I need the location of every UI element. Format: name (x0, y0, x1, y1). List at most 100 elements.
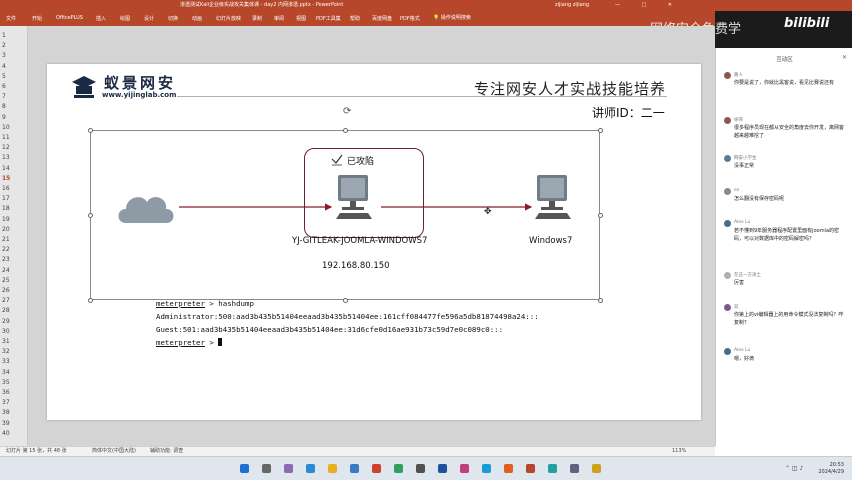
title-bar: 渗透测试Kali企业级实战攻关集体课 - day2 内网渗透.pptx - Po… (0, 0, 852, 11)
app-icon[interactable] (570, 464, 579, 473)
start-icon[interactable] (240, 464, 249, 473)
slide-number[interactable]: 20 (2, 226, 10, 233)
edge-icon[interactable] (306, 464, 315, 473)
slide-number[interactable]: 34 (2, 369, 10, 376)
tab-pdf-tools[interactable]: PDF工具集 (316, 15, 341, 22)
slide-number[interactable]: 27 (2, 297, 10, 304)
resize-handle[interactable] (88, 213, 93, 218)
tab-help[interactable]: 帮助 (350, 15, 360, 22)
slide-number[interactable]: 25 (2, 277, 10, 284)
slide-number[interactable]: 24 (2, 267, 10, 274)
app-icon[interactable] (372, 464, 381, 473)
host-label-compromised: YJ-GITLEAK-JOOMLA-WINDOWS7 (292, 236, 428, 246)
slide-number[interactable]: 1 (2, 32, 6, 39)
slide-number[interactable]: 14 (2, 165, 10, 172)
slide-number[interactable]: 9 (2, 114, 6, 121)
slide-number[interactable]: 2 (2, 42, 6, 49)
slide-number[interactable]: 8 (2, 103, 6, 110)
app-icon[interactable] (394, 464, 403, 473)
slide-number[interactable]: 6 (2, 83, 6, 90)
slide-number[interactable]: 30 (2, 328, 10, 335)
slide-number[interactable]: 12 (2, 144, 10, 151)
tab-view[interactable]: 视图 (296, 15, 306, 22)
chat-user: Alex Lu (734, 220, 751, 225)
app-icon[interactable] (592, 464, 601, 473)
resize-handle[interactable] (598, 298, 603, 303)
close-icon[interactable]: ✕ (842, 54, 847, 61)
task-view-icon[interactable] (284, 464, 293, 473)
tab-slideshow[interactable]: 幻灯片放映 (216, 15, 241, 22)
tab-draw[interactable]: 绘图 (120, 15, 130, 22)
slide-number[interactable]: 26 (2, 287, 10, 294)
app-icon[interactable] (504, 464, 513, 473)
slide-number[interactable]: 3 (2, 52, 6, 59)
slide-number[interactable]: 19 (2, 216, 10, 223)
clock-date: 2024/4/29 (818, 469, 844, 475)
zoom-level[interactable]: 113% (672, 447, 686, 456)
search-box[interactable]: 💡 操作说明搜索 (430, 14, 474, 23)
slide-number[interactable]: 18 (2, 205, 10, 212)
slide-number[interactable]: 10 (2, 124, 10, 131)
app-icon[interactable] (460, 464, 469, 473)
slide-number[interactable]: 17 (2, 195, 10, 202)
tab-transitions[interactable]: 切换 (168, 15, 178, 22)
tab-review[interactable]: 审阅 (274, 15, 284, 22)
app-icon[interactable] (350, 464, 359, 473)
resize-handle[interactable] (88, 298, 93, 303)
user-name[interactable]: zijiang zijiang (555, 0, 589, 11)
slide-number[interactable]: 4 (2, 63, 6, 70)
slide-number[interactable]: 29 (2, 318, 10, 325)
computer-icon (535, 175, 571, 219)
tab-baidu[interactable]: 百度网盘 (372, 15, 392, 22)
slide-canvas[interactable]: 蚁景网安 www.yijinglab.com 专注网安人才实战技能培养 讲师ID… (47, 64, 701, 420)
chat-text: 很多程序员现在都从安全的角度去你开发，离网客越来越难挖了 (734, 125, 845, 139)
slide-number[interactable]: 40 (2, 430, 10, 437)
resize-handle[interactable] (598, 213, 603, 218)
chat-tab-title[interactable]: 互动区 (716, 55, 852, 63)
app-icon[interactable] (482, 464, 491, 473)
slide-number-strip[interactable]: 1 2 3 4 5 6 7 8 9 10 11 12 13 14 15 16 17 18 19 20 21 22 23 24 2… (0, 26, 28, 446)
slide-number[interactable]: 37 (2, 399, 10, 406)
tab-pdf-format[interactable]: PDF格式 (400, 15, 420, 22)
slide-number[interactable]: 7 (2, 93, 6, 100)
app-icon[interactable] (438, 464, 447, 473)
tab-file[interactable]: 文件 (6, 15, 16, 22)
search-icon[interactable] (262, 464, 271, 473)
slide-number[interactable]: 36 (2, 389, 10, 396)
slide-number[interactable]: 11 (2, 134, 10, 141)
clock[interactable]: 20:53 2024/4/29 (818, 462, 844, 476)
slide-number[interactable]: 38 (2, 409, 10, 416)
tab-officeplus[interactable]: OfficePLUS (56, 15, 83, 21)
tab-design[interactable]: 设计 (144, 15, 154, 22)
rotate-handle-icon[interactable]: ⟳ (343, 106, 351, 117)
slide-number[interactable]: 28 (2, 307, 10, 314)
slide-number[interactable]: 16 (2, 185, 10, 192)
slide-number[interactable]: 32 (2, 348, 10, 355)
tab-record[interactable]: 录制 (252, 15, 262, 22)
terminal-output[interactable]: meterpreter > hashdump Administrator:500… (156, 297, 539, 349)
app-icon[interactable] (548, 464, 557, 473)
app-icon[interactable] (416, 464, 425, 473)
resize-handle[interactable] (598, 128, 603, 133)
slide-number[interactable]: 5 (2, 73, 6, 80)
slide-number[interactable]: 13 (2, 154, 10, 161)
slide-number[interactable]: 23 (2, 256, 10, 263)
tab-animations[interactable]: 动画 (192, 15, 202, 22)
resize-handle[interactable] (343, 128, 348, 133)
slide-number[interactable]: 22 (2, 246, 10, 253)
slide-number[interactable]: 39 (2, 420, 10, 427)
powerpoint-icon[interactable] (526, 464, 535, 473)
resize-handle[interactable] (88, 128, 93, 133)
tab-home[interactable]: 开始 (32, 15, 42, 22)
language-status[interactable]: 简体中文(中国大陆) (92, 447, 136, 456)
tray-icons[interactable]: ⌃ ◫ ♪ (785, 465, 803, 472)
slide-number[interactable]: 35 (2, 379, 10, 386)
folder-icon[interactable] (328, 464, 337, 473)
slide-number[interactable]: 21 (2, 236, 10, 243)
window-controls[interactable]: — □ ✕ (615, 0, 682, 11)
slide-number[interactable]: 33 (2, 358, 10, 365)
accessibility-status[interactable]: 辅助功能: 调查 (150, 447, 183, 456)
tab-insert[interactable]: 插入 (96, 15, 106, 22)
slide-number[interactable]: 15 (2, 175, 10, 182)
slide-number[interactable]: 31 (2, 338, 10, 345)
